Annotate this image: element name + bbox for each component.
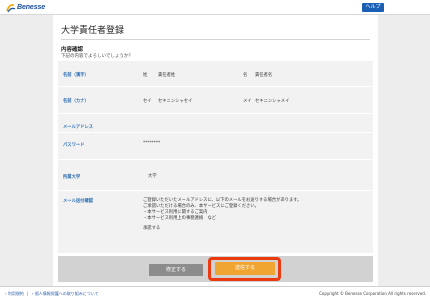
name-kanji-first-prefix: 名: [243, 73, 248, 78]
footer-links: › 利用規約 | › 個人情報保護への取り組みについて: [5, 291, 99, 297]
label-email: メールアドレス: [63, 125, 94, 130]
main-panel: 大学責任者登録 内容確認 下記の内容でよろしいでしょうか？ 名前（漢字） 姓 責…: [53, 15, 378, 286]
name-kanji-first-value: 責任者名: [255, 73, 273, 78]
benesse-logo[interactable]: Benesse: [6, 2, 45, 13]
row-email-consent: メール送付確認 ご登録いただいたメールアドレスに、以下のメールをお送りする場合が…: [58, 191, 373, 253]
consent-answer: 承諾する: [143, 226, 161, 231]
name-kana-last-value: セキニンシャセイ: [158, 99, 193, 104]
section-subtitle: 下記の内容でよろしいでしょうか？: [61, 54, 133, 59]
name-kana-first-prefix: メイ: [243, 99, 252, 104]
terms-link[interactable]: 利用規約: [8, 291, 24, 297]
privacy-link[interactable]: 個人情報保護への取り組みについて: [35, 291, 99, 297]
consent-line: ・本サービス利用上の事務連絡 など: [143, 216, 217, 221]
section-title: 内容確認: [61, 47, 84, 53]
label-name-kana: 名前（カナ）: [63, 99, 89, 104]
footer-separator: |: [27, 291, 29, 296]
label-email-consent: メール送付確認: [63, 199, 94, 204]
footer-bullet: ›: [5, 291, 7, 296]
name-kanji-last-value: 責任者姓: [158, 73, 176, 78]
benesse-logo-icon: [6, 3, 16, 12]
back-button[interactable]: 修正する: [149, 264, 203, 276]
name-kana-first-value: セキニンシャメイ: [255, 99, 290, 104]
label-name-kanji: 名前（漢字）: [63, 73, 89, 78]
password-value: ********: [143, 141, 161, 146]
action-bar: 修正する 送信する: [58, 256, 373, 282]
help-button[interactable]: ヘルプ: [362, 3, 384, 12]
logo-text: Benesse: [17, 4, 46, 11]
page-footer: › 利用規約 | › 個人情報保護への取り組みについて Copyright © …: [0, 286, 430, 301]
email-consent-note: ご登録いただいたメールアドレスに、以下のメールをお送りする場合があります。 ご承…: [143, 198, 363, 232]
title-divider: [61, 39, 370, 40]
page-title: 大学責任者登録: [61, 26, 125, 36]
row-name-kanji: 名前（漢字） 姓 責任者姓 名 責任者名: [58, 61, 373, 87]
app-header: Benesse ヘルプ: [0, 0, 430, 15]
name-kana-last-prefix: セイ: [143, 99, 152, 104]
row-password: パスワード ********: [58, 133, 373, 160]
university-value: 大学: [148, 174, 157, 179]
confirmation-form: 名前（漢字） 姓 責任者姓 名 責任者名 名前（カナ） セイ セキニンシャセイ …: [58, 61, 373, 253]
row-university: 所属大学 大学: [58, 160, 373, 191]
footer-bullet: ›: [31, 291, 34, 296]
row-email: メールアドレス: [58, 114, 373, 133]
label-university: 所属大学: [63, 175, 81, 180]
copyright-text: Copyright © Benesse Corporation All righ…: [319, 291, 426, 296]
name-kanji-last-prefix: 姓: [143, 73, 148, 78]
label-password: パスワード: [63, 143, 85, 148]
row-name-kana: 名前（カナ） セイ セキニンシャセイ メイ セキニンシャメイ: [58, 87, 373, 114]
send-button[interactable]: 送信する: [215, 262, 275, 275]
